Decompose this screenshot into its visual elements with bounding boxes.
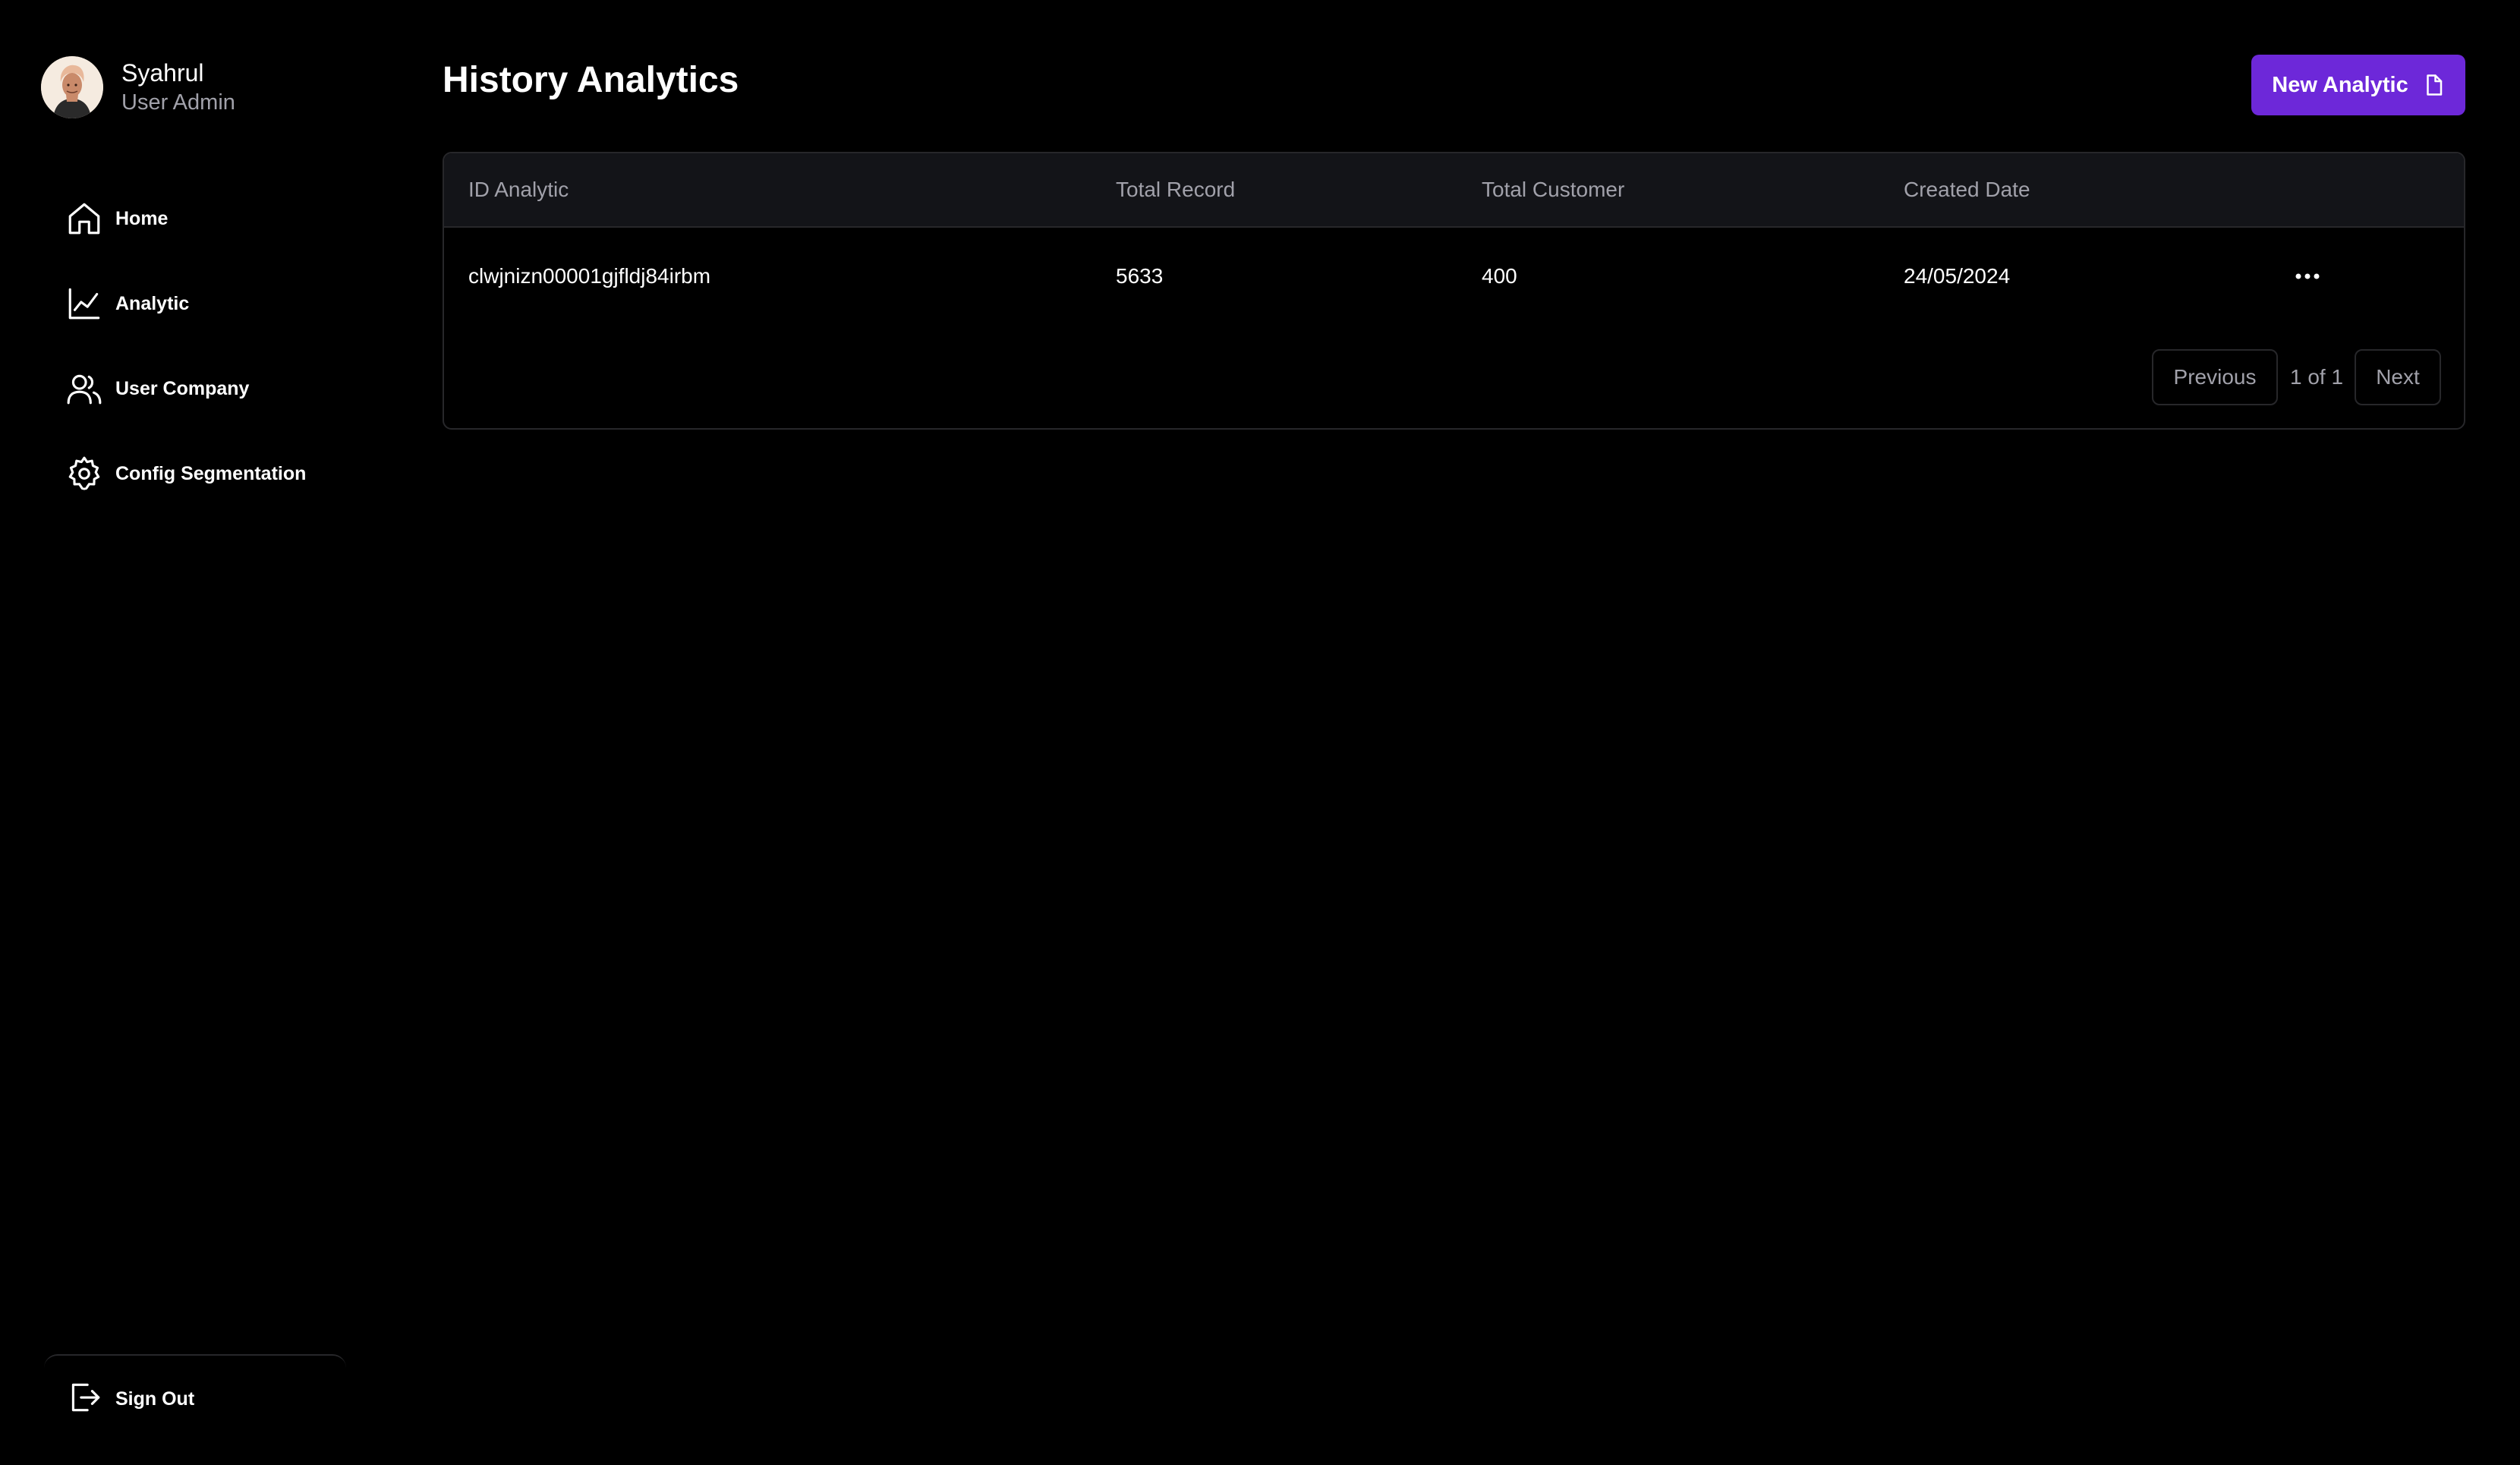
chart-line-icon — [65, 285, 103, 323]
next-button[interactable]: Next — [2355, 349, 2441, 405]
signout-section: Sign Out — [44, 1354, 346, 1445]
previous-label: Previous — [2173, 365, 2257, 389]
column-header-total-customer: Total Customer — [1482, 178, 1625, 201]
sign-out-label: Sign Out — [115, 1388, 195, 1410]
previous-button[interactable]: Previous — [2152, 349, 2278, 405]
column-header-id: ID Analytic — [468, 178, 569, 201]
gear-icon — [65, 455, 103, 493]
next-label: Next — [2376, 365, 2420, 389]
cell-created-date: 24/05/2024 — [1904, 264, 2011, 288]
page-info: 1 of 1 — [2290, 365, 2344, 389]
sidebar-nav: Home Analytic User Company Config Segmen… — [65, 176, 306, 516]
more-horizontal-icon — [2295, 273, 2320, 279]
sidebar-item-label: Config Segmentation — [115, 462, 307, 484]
cell-id: clwjnizn00001gjfldj84irbm — [468, 264, 711, 288]
sign-out-button[interactable]: Sign Out — [65, 1378, 194, 1420]
cell-total-customer: 400 — [1482, 264, 1517, 288]
sidebar: Syahrul User Admin Home Analytic User Co… — [0, 0, 357, 1465]
sidebar-item-label: Home — [115, 207, 169, 229]
page-title: History Analytics — [443, 60, 739, 100]
sidebar-item-label: Analytic — [115, 292, 190, 314]
sign-out-icon — [65, 1378, 103, 1420]
avatar — [41, 56, 103, 118]
row-actions-button[interactable] — [2285, 228, 2330, 325]
column-header-total-record: Total Record — [1116, 178, 1236, 201]
user-profile[interactable]: Syahrul User Admin — [41, 56, 235, 118]
sidebar-item-user-company[interactable]: User Company — [65, 346, 306, 431]
new-analytic-button[interactable]: New Analytic — [2251, 55, 2465, 115]
app-root: Syahrul User Admin Home Analytic User Co… — [0, 0, 2520, 1465]
sidebar-item-analytic[interactable]: Analytic — [65, 261, 306, 346]
profile-role: User Admin — [121, 90, 235, 115]
analytics-table: ID Analytic Total Record Total Customer … — [443, 152, 2465, 430]
home-icon — [65, 200, 103, 238]
table-row[interactable]: clwjnizn00001gjfldj84irbm 5633 400 24/05… — [444, 228, 2464, 326]
sidebar-item-home[interactable]: Home — [65, 176, 306, 261]
sidebar-item-config-segmentation[interactable]: Config Segmentation — [65, 431, 306, 516]
column-header-created-date: Created Date — [1904, 178, 2030, 201]
table-header: ID Analytic Total Record Total Customer … — [444, 153, 2464, 228]
pagination: Previous 1 of 1 Next — [444, 349, 2464, 405]
profile-name: Syahrul — [121, 59, 204, 87]
file-icon — [2426, 74, 2442, 96]
new-analytic-label: New Analytic — [2272, 72, 2408, 97]
users-icon — [65, 370, 103, 408]
cell-total-record: 5633 — [1116, 264, 1164, 288]
sidebar-item-label: User Company — [115, 377, 250, 399]
